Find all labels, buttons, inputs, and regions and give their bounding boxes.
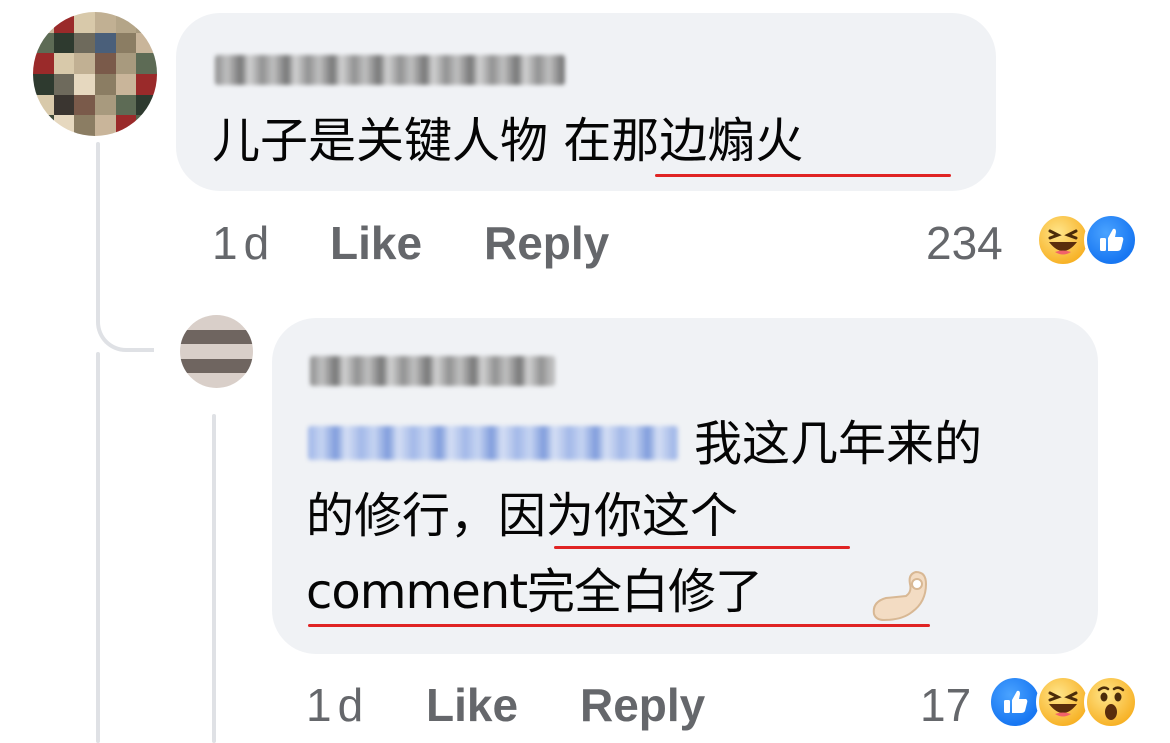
avatar-pixel xyxy=(209,373,224,388)
avatar-pixel xyxy=(136,53,157,74)
avatar-pixel xyxy=(74,12,95,33)
thread-connector-curve xyxy=(96,290,154,352)
reply-text-line2a: 的修行， xyxy=(306,488,499,544)
avatar-pixel xyxy=(194,373,210,388)
like-button[interactable]: Like xyxy=(330,220,422,266)
haha-icon[interactable] xyxy=(1036,675,1090,729)
reply-button[interactable]: Reply xyxy=(484,220,609,266)
avatar-pixel xyxy=(53,12,75,33)
avatar-pixel xyxy=(223,315,239,330)
avatar-pixel xyxy=(223,329,239,345)
avatar-pixel xyxy=(33,115,54,136)
avatar-pixel xyxy=(53,94,75,116)
avatar-pixel xyxy=(33,32,54,54)
avatar-pixel xyxy=(33,94,54,116)
thread-line-main-lower xyxy=(96,352,100,743)
avatar-pixel xyxy=(194,358,210,374)
avatar-pixel xyxy=(74,94,95,116)
avatar[interactable] xyxy=(33,12,157,136)
avatar-pixel xyxy=(94,53,116,74)
avatar-pixel xyxy=(180,358,195,374)
avatar-pixel xyxy=(115,32,137,54)
avatar-pixel xyxy=(238,329,253,345)
avatar-pixel xyxy=(136,115,157,136)
avatar-pixel xyxy=(238,373,253,388)
avatar-pixel xyxy=(180,315,195,330)
like-icon[interactable] xyxy=(1084,213,1138,267)
avatar-pixel xyxy=(194,329,210,345)
avatar-pixel xyxy=(115,12,137,33)
avatar-pixel xyxy=(136,73,157,95)
avatar-pixel xyxy=(209,329,224,345)
avatar-pixel xyxy=(180,373,195,388)
avatar-pixel xyxy=(136,12,157,33)
author-name[interactable] xyxy=(310,356,555,386)
avatar-pixel xyxy=(223,373,239,388)
wow-icon[interactable] xyxy=(1084,675,1138,729)
avatar-pixel xyxy=(74,115,95,136)
avatar-pixel xyxy=(194,344,210,359)
reply-text-line1: 我这几年来的 xyxy=(694,416,983,472)
avatar-pixel xyxy=(238,358,253,374)
avatar-pixel xyxy=(94,32,116,54)
avatar-pixel xyxy=(180,329,195,345)
like-button[interactable]: Like xyxy=(426,682,518,728)
highlight-underline xyxy=(554,546,850,549)
reaction-count[interactable]: 234 xyxy=(926,220,1003,266)
avatar-pixel xyxy=(74,53,95,74)
avatar-pixel xyxy=(223,344,239,359)
avatar-pixel xyxy=(115,53,137,74)
avatar-pixel xyxy=(115,94,137,116)
avatar-pixel xyxy=(74,73,95,95)
ok-hand-emoji xyxy=(866,562,936,626)
avatar-pixel xyxy=(53,32,75,54)
avatar-pixel xyxy=(94,12,116,33)
highlight-underline xyxy=(308,624,930,627)
thread-line-reply xyxy=(212,414,216,743)
avatar-pixel xyxy=(136,32,157,54)
comment-text: 儿子是关键人物 在那边煽火 xyxy=(212,117,803,165)
avatar-pixel xyxy=(209,344,224,359)
thread-line-main xyxy=(96,142,100,314)
avatar-pixel xyxy=(209,358,224,374)
avatar-pixel xyxy=(238,344,253,359)
reaction-count[interactable]: 17 xyxy=(920,682,971,728)
comment-text-part1: 儿子是关键人物 xyxy=(212,113,564,169)
mention-tag[interactable] xyxy=(308,426,678,460)
avatar-pixel xyxy=(136,94,157,116)
avatar-pixel xyxy=(53,53,75,74)
avatar-pixel xyxy=(115,73,137,95)
avatar-pixel xyxy=(53,73,75,95)
avatar-pixel xyxy=(33,73,54,95)
reply-text-line2b: 因为你这个 xyxy=(498,488,739,544)
avatar-pixel xyxy=(94,115,116,136)
author-name[interactable] xyxy=(215,55,565,85)
avatar[interactable] xyxy=(180,315,253,388)
avatar-pixel xyxy=(74,32,95,54)
avatar-pixel xyxy=(115,115,137,136)
comment-timestamp[interactable]: 1d xyxy=(212,220,275,266)
avatar-pixel xyxy=(33,53,54,74)
highlight-underline xyxy=(655,174,951,177)
avatar-pixel xyxy=(223,358,239,374)
haha-icon[interactable] xyxy=(1036,213,1090,267)
avatar-pixel xyxy=(238,315,253,330)
avatar-pixel xyxy=(94,94,116,116)
avatar-pixel xyxy=(94,73,116,95)
avatar-pixel xyxy=(209,315,224,330)
reply-text-line3: comment完全白修了 xyxy=(306,564,763,620)
reply-timestamp[interactable]: 1d xyxy=(306,682,369,728)
reply-button[interactable]: Reply xyxy=(580,682,705,728)
reply-text-line2: 的修行，因为你这个 xyxy=(306,492,738,540)
avatar-pixel xyxy=(53,115,75,136)
avatar-pixel xyxy=(33,12,54,33)
like-icon[interactable] xyxy=(988,675,1042,729)
comment-text-part2: 在那边煽火 xyxy=(563,113,804,169)
avatar-pixel xyxy=(194,315,210,330)
avatar-pixel xyxy=(180,344,195,359)
